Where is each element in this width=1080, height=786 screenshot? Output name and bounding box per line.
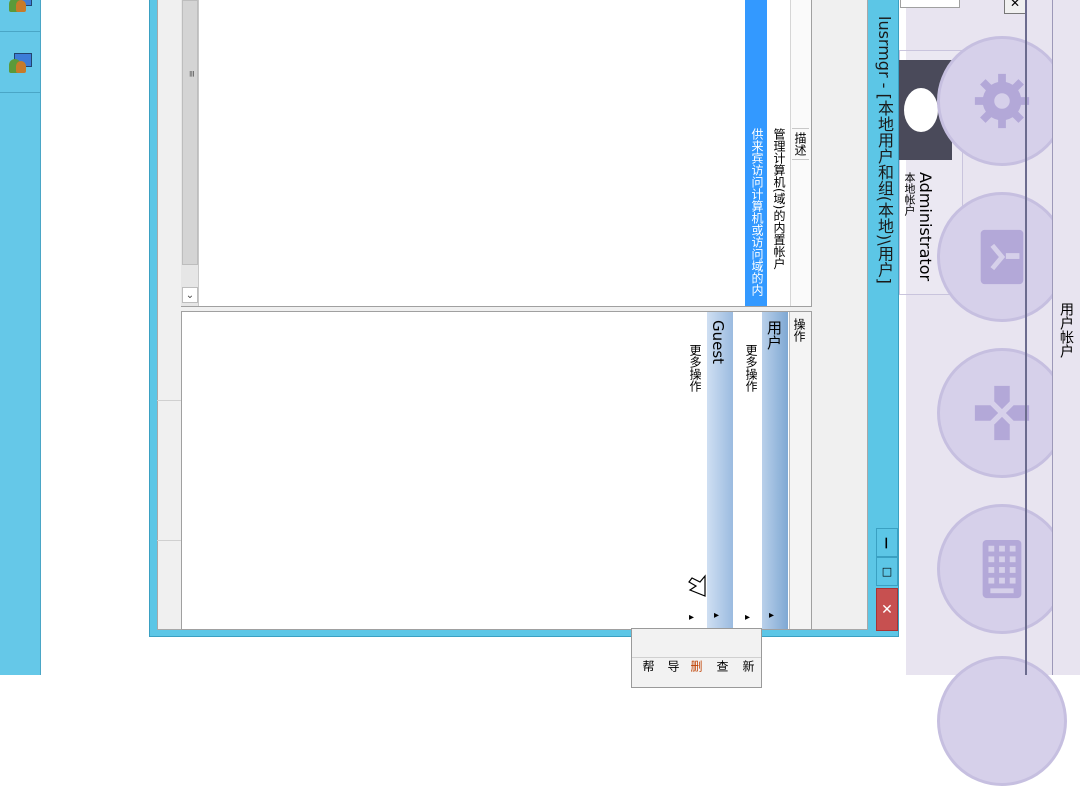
- context-menu-item-new[interactable]: 新: [740, 660, 757, 672]
- settings-tile[interactable]: [937, 36, 1067, 166]
- keyboard-icon: [982, 539, 1022, 599]
- start-panel-divider: [1025, 0, 1027, 675]
- users-list-view[interactable]: [181, 0, 812, 307]
- maximize-icon: □: [881, 565, 893, 578]
- context-menu-separator: [632, 657, 761, 658]
- minimize-button[interactable]: —: [876, 528, 898, 557]
- avatar-head: [904, 88, 938, 132]
- gamepad-icon: [974, 385, 1030, 441]
- action-section-users[interactable]: [762, 312, 788, 629]
- scrollbar-thumb[interactable]: [182, 0, 198, 265]
- context-menu-item-refresh[interactable]: 删: [688, 660, 705, 672]
- shutdown-icon: [980, 229, 1024, 285]
- action-section-users-title: 用户: [765, 320, 783, 350]
- gamepad-tile[interactable]: [937, 348, 1067, 478]
- search-input[interactable]: [900, 0, 960, 8]
- action-pane-title: 操作: [792, 318, 806, 342]
- action-more-actions-users[interactable]: 更多操作: [743, 344, 760, 392]
- close-button[interactable]: ✕: [876, 588, 898, 631]
- start-panel-title: 用户帐户: [1058, 302, 1074, 358]
- table-row-guest-description[interactable]: 供来宾访问计算机或访问域的内: [749, 128, 766, 296]
- keyboard-tile[interactable]: [937, 504, 1067, 634]
- context-menu-item-help[interactable]: 帮: [640, 660, 657, 672]
- computer-management-icon: [8, 0, 34, 14]
- section-expand-arrow-icon[interactable]: ▸: [714, 610, 719, 621]
- settings-icon: [974, 73, 1030, 129]
- close-icon: ✕: [1009, 0, 1021, 10]
- taskbar: [0, 0, 41, 675]
- shutdown-tile[interactable]: [937, 192, 1067, 322]
- user-account-type: 本地帐户: [903, 172, 916, 216]
- start-close-button[interactable]: ✕: [1004, 0, 1026, 14]
- action-more-actions-guest[interactable]: 更多操作: [687, 344, 704, 392]
- users-groups-icon: [8, 51, 34, 75]
- context-menu: [631, 628, 762, 688]
- taskbar-app-button-2[interactable]: [0, 33, 41, 93]
- user-name: Administrator: [916, 172, 935, 282]
- close-icon: ✕: [881, 601, 893, 618]
- scrollbar-grip-icon: ≡: [186, 70, 196, 78]
- table-row-administrator-description[interactable]: 管理计算机(域)的内置帐户: [771, 128, 788, 269]
- column-header-description[interactable]: 描述: [792, 128, 809, 160]
- submenu-arrow-icon[interactable]: ▸: [689, 612, 694, 623]
- tree-pane-divider: [157, 540, 181, 541]
- maximize-button[interactable]: □: [876, 557, 898, 586]
- more-tile[interactable]: [937, 656, 1067, 786]
- action-pane-header: [789, 312, 811, 629]
- mouse-cursor-icon: [688, 574, 706, 597]
- submenu-arrow-icon[interactable]: ▸: [745, 612, 750, 623]
- taskbar-app-button-1[interactable]: [0, 0, 41, 32]
- tree-pane-edge: [157, 400, 181, 630]
- context-menu-item-view[interactable]: 查: [714, 660, 731, 672]
- context-menu-item-export[interactable]: 导: [665, 660, 682, 672]
- scroll-down-arrow-icon[interactable]: ⌄: [182, 287, 198, 303]
- section-expand-arrow-icon[interactable]: ▸: [769, 610, 774, 621]
- action-section-guest-title: Guest: [709, 320, 727, 365]
- window-title: lusrmgr - [本地用户和组(本地)\用户]: [875, 16, 894, 284]
- minimize-icon: —: [880, 536, 894, 549]
